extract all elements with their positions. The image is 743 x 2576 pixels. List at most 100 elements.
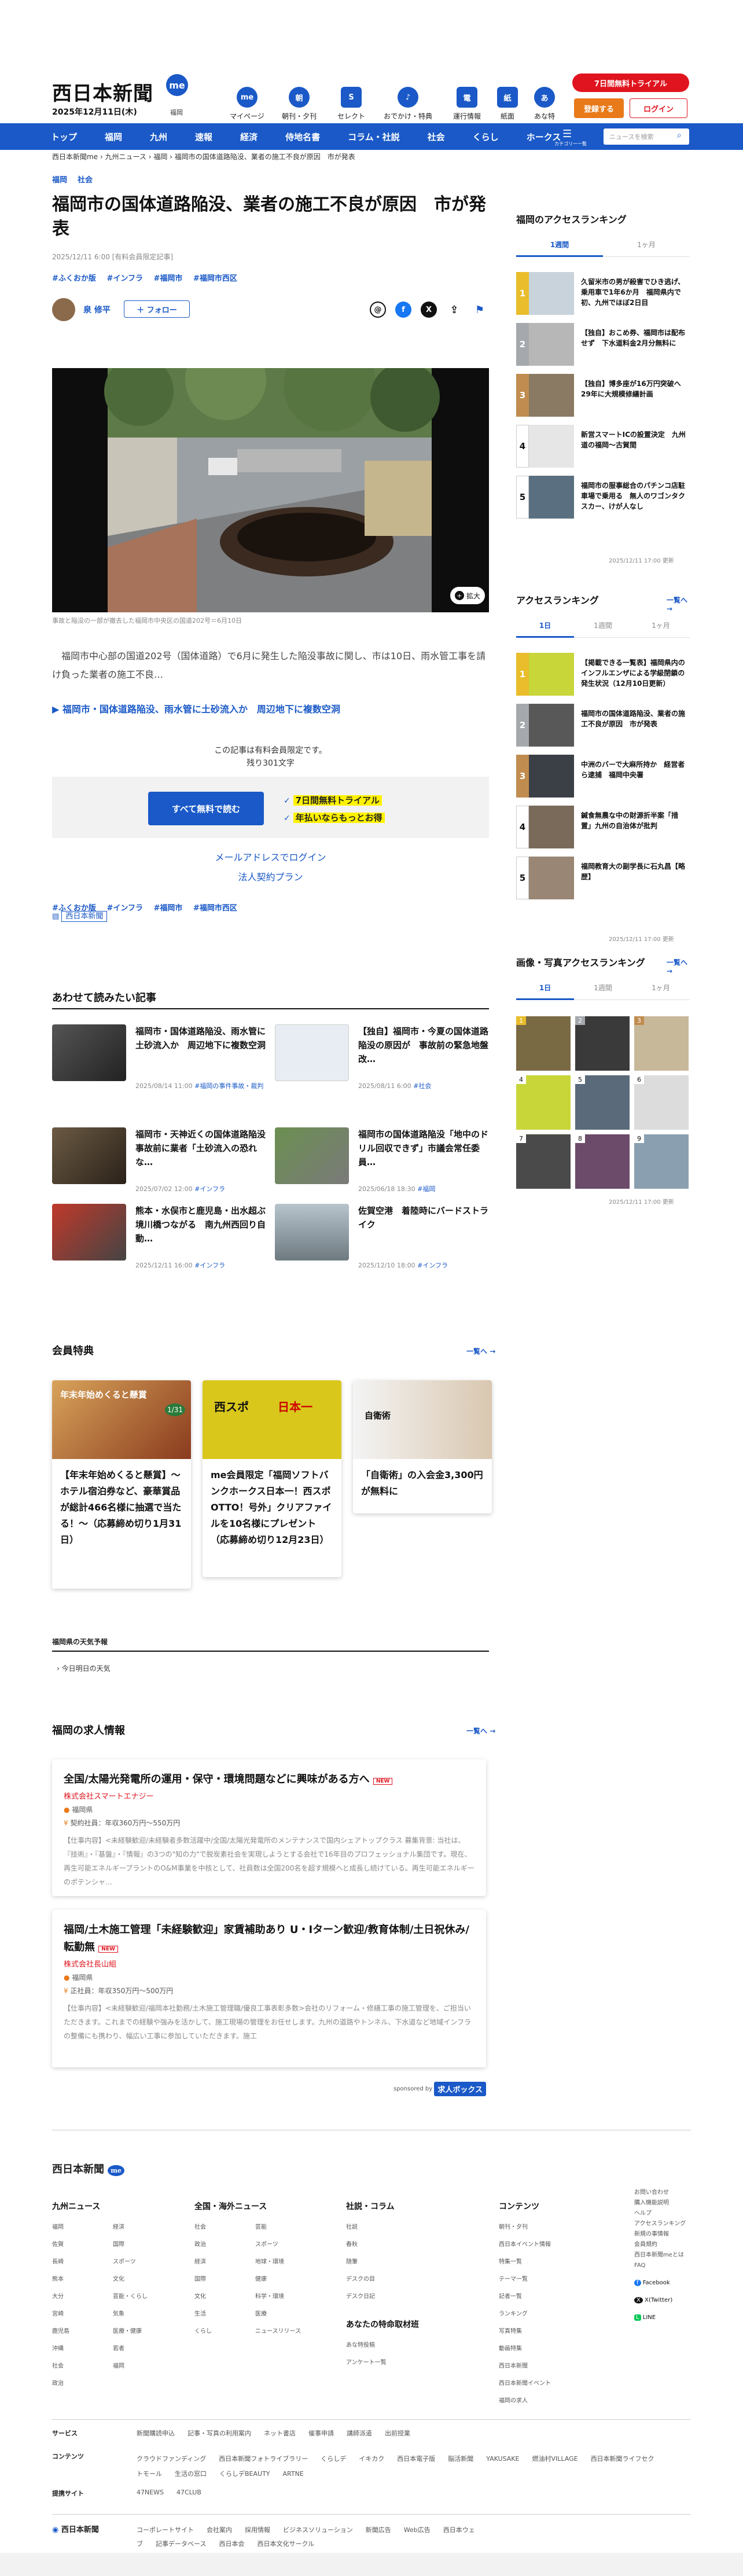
tag-link[interactable]: #福岡市西区 [193,904,237,913]
benefit-card[interactable]: 自衛術 「自衛術」の入会金3,300円が無料に [353,1380,492,1513]
footer-link[interactable]: 西日本新聞meとは [634,2250,692,2261]
footer-link[interactable]: くらし [194,2323,249,2340]
x-icon[interactable]: X [421,302,437,318]
nav-item-column[interactable]: コラム・社説 [348,131,400,143]
nav-item-kyushu[interactable]: 九州 [150,131,167,143]
footer-link[interactable]: 新規の事情報 [634,2229,692,2240]
company-logo[interactable]: ◉ 西日本新聞 [52,2523,99,2534]
benefit-card[interactable]: 年末年始めくると懸賞 1/31 【年末年始めくると懸賞】～ホテル宿泊券など、豪華賞品… [52,1380,191,1589]
photo-rank-item[interactable]: 9 [634,1134,689,1189]
footer-link[interactable]: 医療・健康 [113,2323,168,2340]
ranking-item[interactable]: 3 中洲のバーで大麻所持か 経営者ら逮捕 福岡中央署 [516,755,690,798]
footer-link[interactable]: 記事・写真の利用案内 [187,2430,251,2437]
footer-link[interactable]: 経済 [113,2219,168,2236]
tab-day[interactable]: 1日 [516,977,574,1000]
footer-link[interactable]: 政治 [52,2375,107,2393]
newspaper-link[interactable]: 朝朝刊・夕刊 [273,87,325,121]
footer-link[interactable]: 沖縄 [52,2340,107,2358]
search-input[interactable]: ニュースを検索 [604,128,689,145]
footer-logo[interactable]: 西日本新聞 me [52,2161,124,2176]
recommended-card[interactable]: 福岡市・天神近くの国体道路陥没 事故前に業者「土砂流入の恐れな… 2025/07/… [52,1127,274,1197]
facebook-link[interactable]: f Facebook [634,2278,692,2288]
follow-button[interactable]: ＋ フォロー [124,300,190,318]
card-tag[interactable]: #福岡 [417,1185,435,1193]
footer-link[interactable]: 47CLUB [176,2489,201,2496]
footer-link[interactable]: 出前授業 [385,2430,410,2437]
footer-link[interactable]: 気象 [113,2306,168,2323]
ranking-item[interactable]: 2 【独自】おこめ券、福岡市は配布せず 下水道料金2月分無料に [516,323,690,366]
zoom-button[interactable]: + 拡大 [450,587,485,604]
footer-link[interactable]: FAQ [634,2261,692,2271]
register-button[interactable]: 登録する [574,98,624,118]
recommended-card[interactable]: 熊本・水俣市と鹿児島・出水超ぶ境川橋つながる 南九州西回り自動… 2025/12/… [52,1204,268,1273]
tab-week[interactable]: 1週間 [516,234,603,257]
recommended-card[interactable]: 佐賀空港 着陸時にバードストライク 2025/12/10 18:00 #インフラ [275,1204,491,1273]
publisher-badge[interactable]: 西日本新聞 [61,911,108,922]
ranking-item[interactable]: 1 久留米市の男が殺害でひき逃げ、乗用車で1年6か月 福岡県内で初、九州でほぼ2日… [516,272,690,315]
header-area[interactable]: 福岡 [170,108,183,117]
footer-link[interactable]: 経済 [194,2254,249,2271]
ranking-item[interactable]: 5 福岡教育大の副学長に石丸昌【略歴】 [516,857,690,899]
tag-link[interactable]: #福岡市 [153,904,182,913]
footer-link[interactable]: 西日本新聞フォトライブラリー [219,2455,308,2463]
threads-icon[interactable]: @ [370,302,386,318]
footer-link[interactable]: Web広告 [404,2526,431,2534]
login-button[interactable]: ログイン [630,98,687,118]
recommended-card[interactable]: 【独自】福岡市・今夏の国体道路陥没の原因が 事故前の緊急地盤改… 2025/08/… [275,1024,491,1094]
card-tag[interactable]: #インフラ [417,1262,448,1269]
footer-link[interactable]: 若者 [113,2340,168,2358]
footer-link[interactable]: 会員規約 [634,2240,692,2250]
benefits-more-link[interactable]: 一覧へ → [466,1346,495,1356]
photo-rank-item[interactable]: 5 [575,1075,630,1130]
nav-item-fukuoka[interactable]: 福岡 [105,131,122,143]
nav-item-top[interactable]: トップ [51,131,77,143]
footer-link[interactable]: 宮崎 [52,2306,107,2323]
ranking-item[interactable]: 3 【独自】博多座が16万円突破へ 29年に大規模修繕計画 [516,374,690,417]
job-card[interactable]: 全国/太陽光発電所の運用・保守・環境問題などに興味がある方へ NEW 株式会社ス… [52,1759,486,1896]
footer-link[interactable]: 国際 [194,2271,249,2288]
menu-icon[interactable]: ☰ [562,128,572,140]
footer-link[interactable]: 生活の窓口 [175,2470,207,2478]
nav-item-economy[interactable]: 経済 [240,131,258,143]
footer-link[interactable]: 鹿児島 [52,2323,107,2340]
footer-link[interactable]: ランキング [499,2306,615,2323]
ranking-item[interactable]: 5 福岡市の服事総合のパチンコ店駐車場で乗用る 無人のワゴンタクスカー、けが人なし [516,476,690,519]
footer-link[interactable]: 生活 [194,2306,249,2323]
sponsor-row[interactable]: sponsored by 求人ボックス [370,2081,486,2097]
footer-link[interactable]: 長崎 [52,2254,107,2271]
footer-link[interactable]: 新聞広告 [366,2526,391,2534]
footer-link[interactable]: アンケート一覧 [346,2354,462,2372]
footer-link[interactable]: 特集一覧 [499,2254,615,2271]
footer-link[interactable]: 大分 [52,2288,107,2306]
footer-link[interactable]: ARTNE [283,2470,304,2478]
ranking-item[interactable]: 4 新営スマートICの設置決定 九州道の福岡〜古賀間 [516,425,690,468]
corporate-plan-link[interactable]: 法人契約プラン [52,869,489,883]
select-link[interactable]: S セレクト [325,87,377,121]
related-link[interactable]: ▶ 福岡市・国体道路陥没、雨水管に土砂流入か 周辺地下に複数空洞 [52,701,340,715]
footer-link[interactable]: テーマ一覧 [499,2271,615,2288]
footer-link[interactable]: 芸能・くらし [113,2288,168,2306]
author-avatar[interactable] [52,298,75,321]
footer-link[interactable]: ビジネスソリューション [283,2526,353,2534]
footer-link[interactable]: 西日本会 [219,2540,244,2548]
footer-link[interactable]: アクセスランキング [634,2219,692,2229]
footer-link[interactable]: 社会 [194,2219,249,2236]
tag-link[interactable]: #福岡市西区 [193,274,237,283]
footer-link[interactable]: 西日本文化サークル [257,2540,314,2548]
footer-link[interactable]: 動画特集 [499,2340,615,2358]
footer-link[interactable]: 催事申請 [308,2430,334,2437]
ranking-item[interactable]: 1 【掲載できる一覧表】福岡県内のインフルエンザによる学級閉鎖の発生状況（12月1… [516,653,690,696]
footer-link[interactable]: 健康 [255,2271,310,2288]
bookmark-icon[interactable]: ⚑ [472,302,488,318]
footer-link[interactable]: 会社案内 [207,2526,232,2534]
footer-link[interactable]: 写真特集 [499,2323,615,2340]
footer-link[interactable]: 福岡の求人 [499,2393,615,2410]
footer-link[interactable]: 文化 [113,2271,168,2288]
tab-week[interactable]: 1週間 [574,615,632,638]
card-tag[interactable]: #社会 [413,1082,431,1090]
footer-link[interactable]: 政治 [194,2236,249,2254]
free-read-button[interactable]: すべて無料で読む [148,792,264,825]
line-link[interactable]: L LINE [634,2313,692,2323]
footer-link[interactable]: スポーツ [113,2254,168,2271]
tag-link[interactable]: #インフラ [106,904,143,913]
